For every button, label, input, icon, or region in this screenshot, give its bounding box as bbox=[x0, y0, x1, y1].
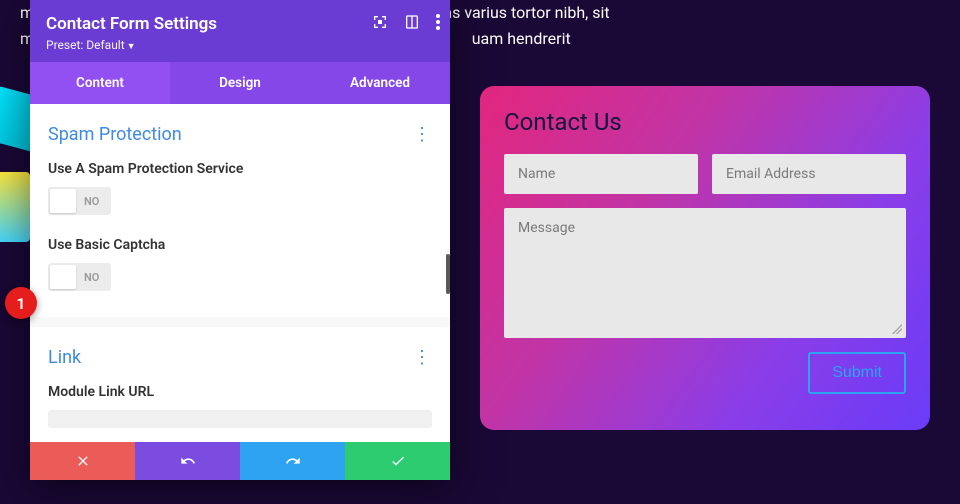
section-link: Link ⋮ Module Link URL bbox=[30, 327, 450, 442]
section-title: Spam Protection bbox=[48, 124, 182, 145]
section-spam-protection: Spam Protection ⋮ Use A Spam Protection … bbox=[30, 104, 450, 317]
toggle-knob bbox=[50, 265, 76, 289]
panel-header: Contact Form Settings Preset: Default▼ bbox=[30, 0, 450, 62]
toggle-spam-service[interactable]: NO bbox=[48, 187, 111, 215]
toggle-value: NO bbox=[76, 271, 109, 284]
save-button[interactable] bbox=[345, 442, 450, 480]
kebab-menu-icon[interactable] bbox=[436, 14, 440, 34]
option-label: Use Basic Captcha bbox=[48, 237, 432, 253]
tab-advanced[interactable]: Advanced bbox=[310, 62, 450, 104]
tab-design[interactable]: Design bbox=[170, 62, 310, 104]
toggle-value: NO bbox=[76, 195, 109, 208]
responsive-icon[interactable] bbox=[404, 14, 420, 34]
panel-footer bbox=[30, 442, 450, 480]
preset-dropdown[interactable]: Preset: Default▼ bbox=[46, 38, 434, 52]
option-label: Module Link URL bbox=[48, 384, 432, 400]
expand-icon[interactable] bbox=[372, 14, 388, 34]
section-menu-icon[interactable]: ⋮ bbox=[413, 124, 432, 145]
tab-content[interactable]: Content bbox=[30, 62, 170, 104]
message-textarea[interactable]: Message bbox=[504, 208, 906, 338]
chevron-down-icon: ▼ bbox=[127, 42, 136, 52]
module-link-url-input[interactable] bbox=[48, 410, 432, 428]
submit-button[interactable]: Submit bbox=[808, 352, 906, 394]
header-actions bbox=[372, 14, 440, 34]
section-menu-icon[interactable]: ⋮ bbox=[413, 347, 432, 368]
section-title: Link bbox=[48, 347, 81, 368]
form-title: Contact Us bbox=[504, 108, 906, 136]
email-input[interactable]: Email Address bbox=[712, 154, 906, 194]
toggle-basic-captcha[interactable]: NO bbox=[48, 263, 111, 291]
preset-label: Preset: Default bbox=[46, 38, 125, 52]
toggle-knob bbox=[50, 189, 76, 213]
step-marker: 1 bbox=[5, 287, 37, 319]
bg-line: uam hendrerit bbox=[472, 29, 571, 48]
tabs: Content Design Advanced bbox=[30, 62, 450, 104]
name-input[interactable]: Name bbox=[504, 154, 698, 194]
panel-body[interactable]: Spam Protection ⋮ Use A Spam Protection … bbox=[30, 104, 450, 442]
redo-button[interactable] bbox=[240, 442, 345, 480]
settings-panel: Contact Form Settings Preset: Default▼ C… bbox=[30, 0, 450, 480]
option-label: Use A Spam Protection Service bbox=[48, 161, 432, 177]
cancel-button[interactable] bbox=[30, 442, 135, 480]
contact-form-preview: Contact Us Name Email Address Message Su… bbox=[480, 86, 930, 430]
undo-button[interactable] bbox=[135, 442, 240, 480]
